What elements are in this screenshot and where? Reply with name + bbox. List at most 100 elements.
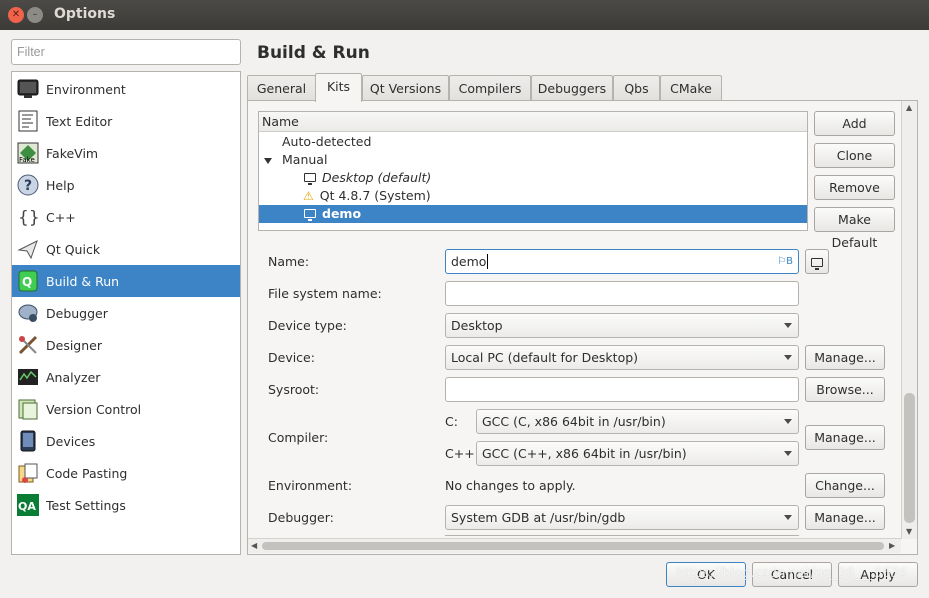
designer-tools-icon [16,333,40,357]
tab-qbs[interactable]: Qbs [613,75,660,101]
category-label: Designer [46,337,102,353]
tree-group-label: Manual [282,152,328,167]
scroll-right-icon[interactable]: ▶ [889,541,895,550]
warning-icon: ⚠ [303,189,314,203]
chevron-down-icon [784,419,792,424]
chevron-down-icon [784,355,792,360]
tab-compilers[interactable]: Compilers [449,75,531,101]
category-text-editor[interactable]: Text Editor [12,105,240,137]
category-designer[interactable]: Designer [12,329,240,361]
svg-text:Q: Q [22,275,32,289]
tab-kits[interactable]: Kits [315,73,362,102]
device-select[interactable]: Local PC (default for Desktop) [445,345,799,370]
category-label: Debugger [46,305,108,321]
make-default-button[interactable]: Make Default [814,207,895,250]
fs-name-input[interactable] [445,281,799,306]
close-window-button[interactable]: ✕ [8,7,24,23]
apply-button[interactable]: Apply [838,562,918,587]
category-build-run[interactable]: Q Build & Run [12,265,240,297]
scrollbar-thumb[interactable] [904,393,915,523]
tree-header-name[interactable]: Name [259,112,807,132]
category-test-settings[interactable]: QA Test Settings [12,489,240,521]
tab-debuggers[interactable]: Debuggers [531,75,613,101]
tab-qt-versions[interactable]: Qt Versions [362,75,449,101]
sysroot-label: Sysroot: [268,382,320,397]
scrollbar-thumb[interactable] [262,542,884,550]
manage-device-button[interactable]: Manage... [805,345,885,370]
category-label: Version Control [46,401,142,417]
category-label: Build & Run [46,273,120,289]
name-label: Name: [268,254,310,269]
category-label: Text Editor [46,113,113,129]
kit-label: Qt 4.8.7 (System) [319,188,431,203]
scroll-down-icon[interactable]: ▼ [906,527,912,536]
tree-group-label: Auto-detected [282,134,372,149]
category-list: Environment Text Editor Fake FakeVim ? H… [11,71,241,555]
scroll-up-icon[interactable]: ▲ [906,103,912,112]
category-label: Analyzer [46,369,101,385]
qa-icon: QA [16,493,40,517]
code-pasting-icon [16,461,40,485]
chevron-down-icon [784,515,792,520]
category-fakevim[interactable]: Fake FakeVim [12,137,240,169]
variable-chooser-icon[interactable]: ⚐B [777,250,793,273]
kit-item-desktop[interactable]: Desktop (default) [259,169,807,187]
kit-name-input[interactable]: demo ⚐B [445,249,799,274]
filter-input[interactable] [11,39,241,65]
category-environment[interactable]: Environment [12,73,240,105]
environment-value: No changes to apply. [445,478,576,493]
manage-debugger-button[interactable]: Manage... [805,505,885,530]
category-label: Devices [46,433,96,449]
svg-text:?: ? [24,178,32,194]
vertical-scrollbar[interactable]: ▲ ▼ [901,101,917,539]
minimize-window-button[interactable]: – [27,7,43,23]
scroll-left-icon[interactable]: ◀ [251,541,257,550]
c-compiler-select[interactable]: GCC (C, x86 64bit in /usr/bin) [476,409,799,434]
clone-kit-button[interactable]: Clone [814,143,895,168]
monitor-icon [304,209,316,221]
tab-general[interactable]: General [247,75,316,101]
category-qt-quick[interactable]: Qt Quick [12,233,240,265]
braces-icon: {} [16,205,40,229]
category-cpp[interactable]: {} C++ [12,201,240,233]
category-devices[interactable]: Devices [12,425,240,457]
expand-arrow-icon[interactable] [264,157,272,164]
remove-kit-button[interactable]: Remove [814,175,895,200]
kit-icon-button[interactable] [805,249,829,274]
category-label: Help [46,177,75,193]
sysroot-input[interactable] [445,377,799,402]
category-code-pasting[interactable]: Code Pasting [12,457,240,489]
debugger-select[interactable]: System GDB at /usr/bin/gdb [445,505,799,530]
category-debugger[interactable]: Debugger [12,297,240,329]
manage-compilers-button[interactable]: Manage... [805,425,885,450]
tab-cmake[interactable]: CMake [660,75,722,101]
add-kit-button[interactable]: Add [814,111,895,136]
horizontal-scrollbar[interactable]: ◀ ▶ [248,538,901,553]
kit-item-demo[interactable]: demo [259,205,807,223]
kits-tree: Name Auto-detected Manual Desktop (defau… [258,111,808,231]
qt-build-icon: Q [16,269,40,293]
tree-group-manual[interactable]: Manual [259,151,807,169]
kit-label: demo [322,206,362,221]
svg-text:QA: QA [18,500,36,513]
change-environment-button[interactable]: Change... [805,473,885,498]
svg-text:Fake: Fake [19,156,35,164]
cancel-button[interactable]: Cancel [752,562,832,587]
category-analyzer[interactable]: Analyzer [12,361,240,393]
device-icon [16,429,40,453]
version-control-icon [16,397,40,421]
svg-text:{}: {} [18,208,39,228]
kit-item-qt487[interactable]: ⚠ Qt 4.8.7 (System) [259,187,807,205]
category-help[interactable]: ? Help [12,169,240,201]
category-version-control[interactable]: Version Control [12,393,240,425]
device-label: Device: [268,350,315,365]
debugger-label: Debugger: [268,510,334,525]
ok-button[interactable]: OK [666,562,746,587]
debugger-value: System GDB at /usr/bin/gdb [451,510,626,525]
tree-group-auto-detected[interactable]: Auto-detected [259,133,807,151]
kit-name-value: demo [451,254,487,269]
fakevim-icon: Fake [16,141,40,165]
cpp-compiler-select[interactable]: GCC (C++, x86 64bit in /usr/bin) [476,441,799,466]
device-type-select[interactable]: Desktop [445,313,799,338]
browse-sysroot-button[interactable]: Browse... [805,377,885,402]
